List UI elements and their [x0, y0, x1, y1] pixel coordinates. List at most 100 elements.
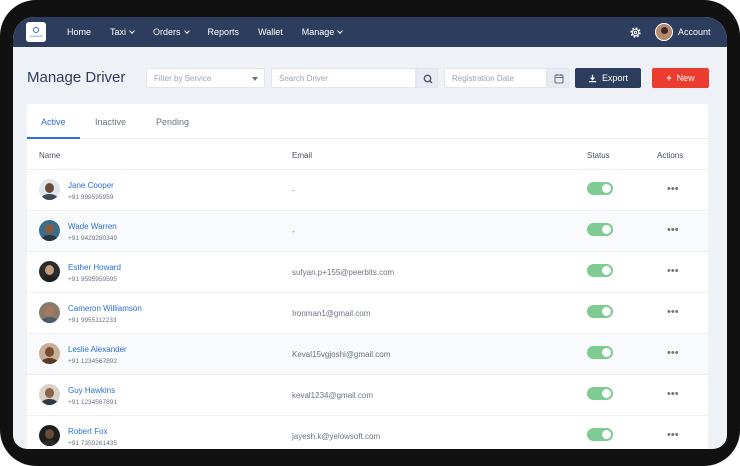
nav-item-label: Manage [301, 27, 335, 37]
chevron-down-icon [183, 27, 190, 34]
driver-email: Keval15vgjoshi@gmail.com [292, 350, 391, 359]
status-toggle[interactable] [587, 428, 613, 441]
driver-phone: +91 9595959595 [68, 276, 117, 283]
avatar [39, 425, 60, 446]
date-placeholder: Registration Date [452, 74, 514, 83]
toggle-knob [602, 266, 611, 275]
search-input[interactable]: Search Driver [271, 68, 416, 88]
table-row: Jane Cooper +91 999595959 - ••• [27, 169, 708, 210]
nav-item-label: Taxi [110, 27, 127, 37]
tab-bar: Active Inactive Pending [27, 104, 708, 139]
toggle-knob [602, 348, 611, 357]
driver-email: - [292, 227, 295, 236]
caret-down-icon [252, 77, 258, 81]
top-navbar: yelowsoft Home Taxi Orders Reports Walle… [13, 17, 727, 47]
status-toggle[interactable] [587, 182, 613, 195]
status-toggle[interactable] [587, 346, 613, 359]
driver-phone: +91 7359261435 [68, 440, 117, 447]
tab-active[interactable]: Active [41, 117, 66, 127]
nav-item-home[interactable]: Home [67, 27, 91, 37]
avatar [655, 23, 673, 41]
avatar [39, 179, 60, 200]
new-driver-button[interactable]: + New [652, 68, 709, 88]
calendar-icon [554, 74, 564, 84]
logo-mark-icon [33, 26, 39, 33]
service-filter-select[interactable]: Filter by Service [146, 68, 265, 88]
nav-item-orders[interactable]: Orders [153, 27, 190, 37]
more-actions-icon[interactable]: ••• [667, 183, 679, 195]
more-actions-icon[interactable]: ••• [667, 306, 679, 318]
table-row: Robert Fox +91 7359261435 jayesh.k@yelow… [27, 415, 708, 449]
toggle-knob [602, 184, 611, 193]
tab-pending[interactable]: Pending [156, 117, 189, 127]
chevron-down-icon [129, 27, 135, 34]
download-icon [588, 74, 597, 82]
drivers-card: Active Inactive Pending Name Email Statu… [27, 104, 708, 449]
toggle-knob [602, 389, 611, 398]
driver-name-link[interactable]: Jane Cooper [68, 181, 114, 190]
plus-icon: + [666, 73, 672, 83]
nav-item-label: Wallet [258, 27, 283, 37]
column-header-name: Name [39, 151, 61, 160]
column-header-actions: Actions [657, 151, 684, 160]
toggle-knob [602, 225, 611, 234]
status-toggle[interactable] [587, 223, 613, 236]
toggle-knob [602, 430, 611, 439]
driver-phone: +91 1234567891 [68, 399, 117, 406]
more-actions-icon[interactable]: ••• [667, 388, 679, 400]
export-label: Export [601, 73, 628, 83]
nav-item-manage[interactable]: Manage [301, 27, 344, 37]
driver-email: Ironman1@gmail.com [292, 309, 371, 318]
device-frame: yelowsoft Home Taxi Orders Reports Walle… [0, 0, 740, 466]
app-screen: yelowsoft Home Taxi Orders Reports Walle… [13, 17, 727, 449]
app-logo[interactable]: yelowsoft [26, 22, 46, 42]
table-row: Guy Hawkins +91 1234567891 keval1234@gma… [27, 374, 708, 415]
nav-item-wallet[interactable]: Wallet [258, 27, 283, 37]
driver-name-link[interactable]: Wade Warren [68, 222, 117, 231]
status-toggle[interactable] [587, 387, 613, 400]
tab-inactive[interactable]: Inactive [95, 117, 126, 127]
column-header-email: Email [292, 151, 313, 160]
table-row: Wade Warren +91 9429280349 - ••• [27, 210, 708, 251]
nav-item-label: Reports [207, 27, 240, 37]
driver-email: sufyan.p+155@peerbits.com [292, 268, 395, 277]
more-actions-icon[interactable]: ••• [667, 265, 679, 277]
driver-email: - [292, 186, 295, 195]
table-row: Leslie Alexander +91 1234567892 Keval15v… [27, 333, 708, 374]
status-toggle[interactable] [587, 305, 613, 318]
toggle-knob [602, 307, 611, 316]
avatar [39, 220, 60, 241]
nav-item-reports[interactable]: Reports [208, 27, 240, 37]
driver-email: jayesh.k@yelowsoft.com [292, 432, 381, 441]
avatar [39, 384, 60, 405]
search-placeholder: Search Driver [279, 74, 328, 83]
search-button[interactable] [416, 68, 438, 88]
calendar-button[interactable] [547, 68, 569, 88]
more-actions-icon[interactable]: ••• [667, 347, 679, 359]
table-row: Esther Howard +91 9595959595 sufyan.p+15… [27, 251, 708, 292]
chevron-down-icon [337, 27, 344, 34]
filter-placeholder: Filter by Service [154, 74, 212, 83]
driver-email: keval1234@gmail.com [292, 391, 374, 400]
driver-name-link[interactable]: Guy Hawkins [68, 386, 115, 395]
gear-icon[interactable] [629, 26, 642, 39]
more-actions-icon[interactable]: ••• [667, 224, 679, 236]
nav-item-label: Orders [153, 27, 181, 37]
account-menu[interactable]: Account [655, 22, 711, 42]
driver-phone: +91 999595959 [68, 194, 114, 201]
active-tab-indicator [27, 137, 80, 139]
driver-name-link[interactable]: Esther Howard [68, 263, 121, 272]
account-label: Account [678, 27, 711, 37]
page-title: Manage Driver [27, 69, 126, 86]
registration-date-input[interactable]: Registration Date [444, 68, 547, 88]
column-header-status: Status [587, 151, 610, 160]
nav-item-taxi[interactable]: Taxi [110, 27, 135, 37]
driver-name-link[interactable]: Leslie Alexander [68, 345, 127, 354]
avatar [39, 302, 60, 323]
more-actions-icon[interactable]: ••• [667, 429, 679, 441]
driver-name-link[interactable]: Cameron Williamson [68, 304, 142, 313]
driver-name-link[interactable]: Robert Fox [68, 427, 108, 436]
export-button[interactable]: Export [575, 68, 641, 88]
status-toggle[interactable] [587, 264, 613, 277]
driver-phone: +91 9429280349 [68, 235, 117, 242]
